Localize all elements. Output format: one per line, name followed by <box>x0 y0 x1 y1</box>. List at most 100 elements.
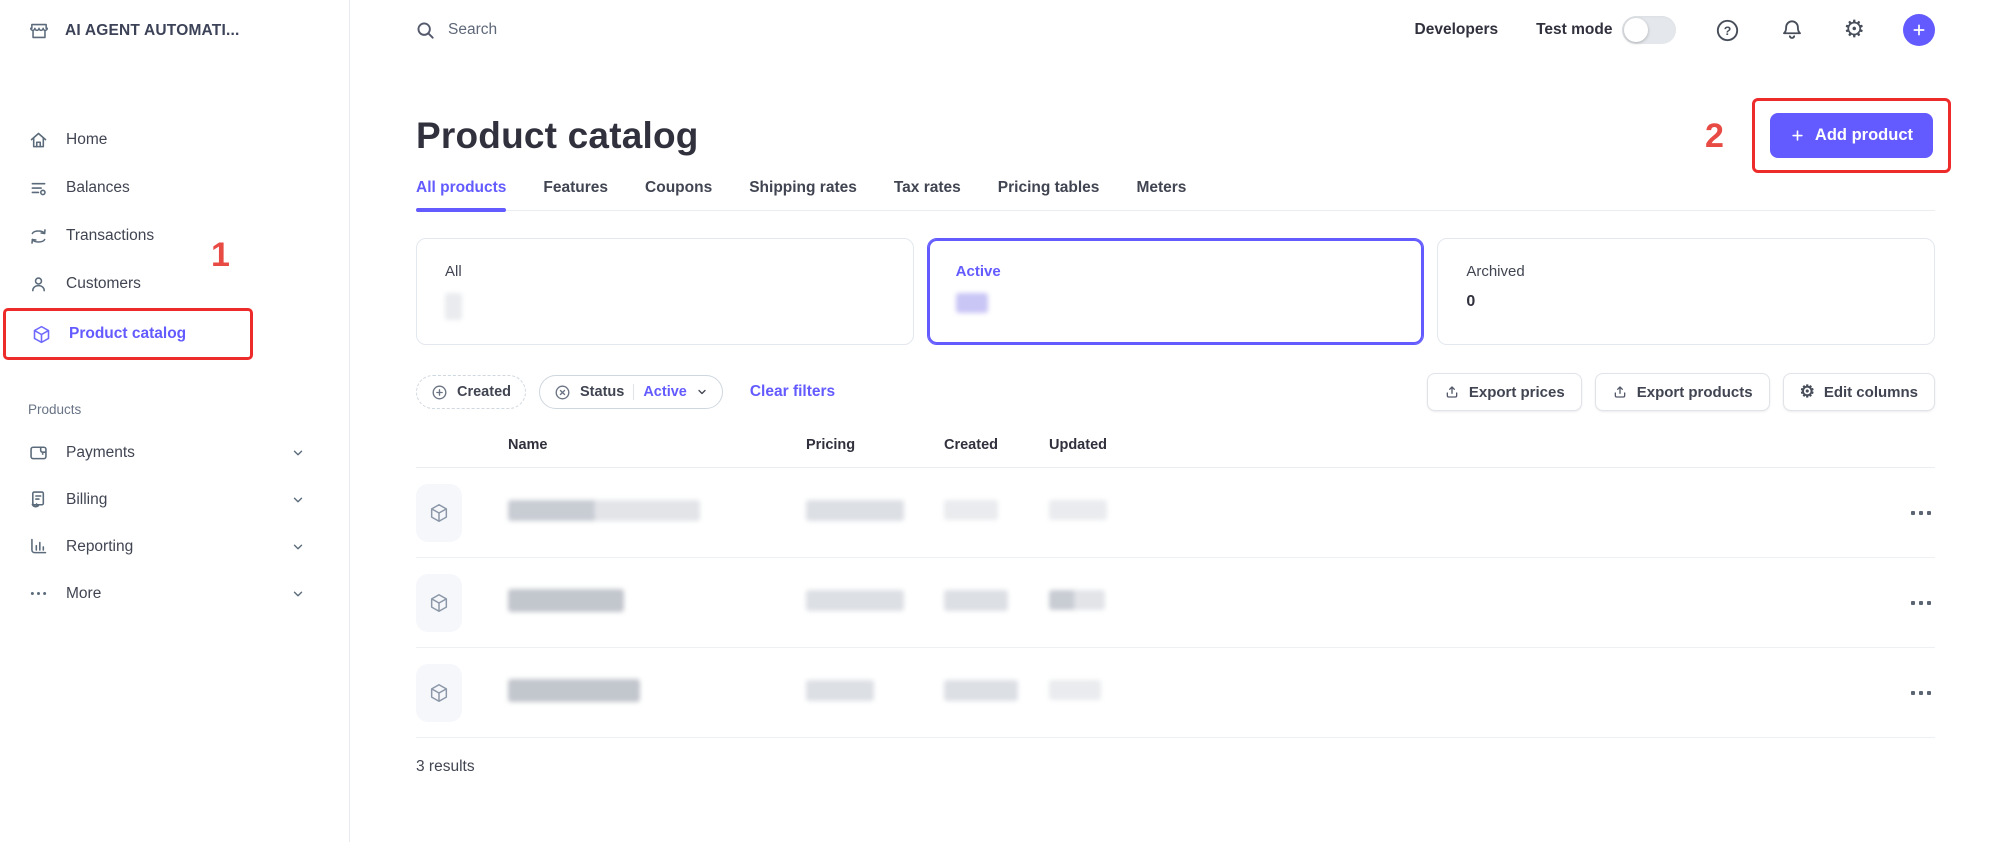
button-label: Export prices <box>1469 384 1565 401</box>
product-thumbnail-icon <box>416 484 462 542</box>
transactions-icon <box>28 226 49 247</box>
redacted-created <box>944 680 1018 701</box>
tab-tax-rates[interactable]: Tax rates <box>894 179 961 210</box>
home-icon <box>28 130 49 151</box>
redacted-name <box>508 679 640 702</box>
sidebar-item-home[interactable]: Home <box>0 116 349 164</box>
sidebar-item-billing[interactable]: Billing <box>0 476 349 523</box>
product-thumbnail-icon <box>416 574 462 632</box>
page-header-actions: 2 Add product <box>1705 98 1951 173</box>
tab-coupons[interactable]: Coupons <box>645 179 712 210</box>
chevron-down-icon <box>291 540 305 554</box>
settings-gear-icon[interactable]: ⚙ <box>1843 18 1865 42</box>
card-label: All <box>445 263 885 280</box>
sidebar-item-customers[interactable]: Customers <box>0 260 349 308</box>
summary-card-archived[interactable]: Archived 0 <box>1437 238 1935 345</box>
tab-all-products[interactable]: All products <box>416 179 506 210</box>
sidebar-nav-products: Products Payments Billing <box>0 402 349 617</box>
notifications-bell-icon[interactable] <box>1779 17 1805 43</box>
summary-card-all[interactable]: All <box>416 238 914 345</box>
redacted-name <box>508 500 700 521</box>
sidebar-item-balances[interactable]: Balances <box>0 164 349 212</box>
export-prices-button[interactable]: Export prices <box>1427 373 1582 411</box>
tab-meters[interactable]: Meters <box>1136 179 1186 210</box>
chevron-down-icon <box>291 446 305 460</box>
clear-filters-link[interactable]: Clear filters <box>750 383 835 401</box>
column-header-name: Name <box>508 437 806 453</box>
edit-columns-button[interactable]: ⚙ Edit columns <box>1783 373 1935 411</box>
filter-chip-label: Created <box>457 384 511 400</box>
redacted-updated <box>1049 500 1107 520</box>
test-mode-control: Test mode <box>1536 16 1676 44</box>
annotation-box-add-product: Add product <box>1752 98 1951 173</box>
tab-features[interactable]: Features <box>543 179 608 210</box>
filter-chip-status[interactable]: Status Active <box>539 375 723 409</box>
test-mode-label: Test mode <box>1536 21 1612 39</box>
sidebar-item-payments[interactable]: Payments <box>0 429 349 476</box>
sidebar-section-label: Products <box>0 402 349 429</box>
table-actions: Export prices Export products ⚙ Edit col… <box>1427 373 1935 411</box>
redacted-pricing <box>806 590 904 611</box>
export-icon <box>1612 384 1628 400</box>
sidebar-item-more[interactable]: More <box>0 570 349 617</box>
column-header-pricing: Pricing <box>806 437 944 453</box>
table-row[interactable] <box>416 468 1935 558</box>
customers-icon <box>28 274 49 295</box>
card-value-redacted <box>956 293 1396 318</box>
account-switcher[interactable]: AI AGENT AUTOMATI... <box>0 0 349 42</box>
table-row[interactable] <box>416 558 1935 648</box>
sidebar-item-label: Billing <box>66 491 107 509</box>
button-label: Edit columns <box>1824 384 1918 401</box>
filter-chip-label: Status <box>580 384 624 400</box>
sidebar-item-reporting[interactable]: Reporting <box>0 523 349 570</box>
filter-chips: Created Status Active Clear filters <box>416 375 835 409</box>
filter-toolbar: Created Status Active Clear filters <box>416 373 1935 411</box>
plus-icon <box>1790 128 1805 143</box>
developers-link[interactable]: Developers <box>1415 21 1499 39</box>
sidebar-item-label: Reporting <box>66 538 133 556</box>
annotation-step-1: 1 <box>211 238 230 272</box>
chevron-down-icon <box>696 386 708 398</box>
topbar: Developers Test mode ? ⚙ <box>416 0 1935 60</box>
redacted-updated <box>1049 590 1105 610</box>
payments-icon <box>28 442 49 463</box>
summary-card-active[interactable]: Active <box>927 238 1425 345</box>
results-count: 3 results <box>416 738 1935 776</box>
export-products-button[interactable]: Export products <box>1595 373 1770 411</box>
stripe-dashboard: AI AGENT AUTOMATI... Home Balances <box>0 0 2000 842</box>
balances-icon <box>28 178 49 199</box>
redacted-name <box>508 589 624 612</box>
svg-text:?: ? <box>1724 23 1732 37</box>
add-product-button[interactable]: Add product <box>1770 113 1933 158</box>
catalog-tabs: All products Features Coupons Shipping r… <box>416 179 1935 211</box>
filter-chip-created[interactable]: Created <box>416 375 526 409</box>
page-title: Product catalog <box>416 115 699 157</box>
sidebar-item-label: Balances <box>66 179 130 197</box>
chevron-down-icon <box>291 493 305 507</box>
redacted-created <box>944 590 1008 611</box>
search-input[interactable] <box>448 21 748 39</box>
toggle-knob <box>1624 18 1648 42</box>
test-mode-toggle[interactable] <box>1622 16 1676 44</box>
row-overflow-menu[interactable] <box>1895 511 1935 515</box>
help-icon[interactable]: ? <box>1714 17 1741 44</box>
redacted-created <box>944 500 998 520</box>
global-search[interactable] <box>416 21 748 40</box>
create-new-button[interactable] <box>1903 14 1935 46</box>
row-overflow-menu[interactable] <box>1895 601 1935 605</box>
sidebar: AI AGENT AUTOMATI... Home Balances <box>0 0 350 842</box>
redacted-pricing <box>806 680 874 701</box>
chevron-down-icon <box>291 587 305 601</box>
products-table: Name Pricing Created Updated <box>416 437 1935 776</box>
table-row[interactable] <box>416 648 1935 738</box>
sidebar-item-transactions[interactable]: Transactions <box>0 212 349 260</box>
card-value-redacted <box>445 293 885 325</box>
row-overflow-menu[interactable] <box>1895 691 1935 695</box>
tab-pricing-tables[interactable]: Pricing tables <box>998 179 1100 210</box>
button-label: Export products <box>1637 384 1753 401</box>
annotation-step-2: 2 <box>1705 119 1724 153</box>
tab-shipping-rates[interactable]: Shipping rates <box>749 179 857 210</box>
summary-cards: All Active Archived 0 <box>416 238 1935 345</box>
sidebar-item-product-catalog[interactable]: Product catalog <box>3 308 253 360</box>
sidebar-item-label: More <box>66 585 101 603</box>
